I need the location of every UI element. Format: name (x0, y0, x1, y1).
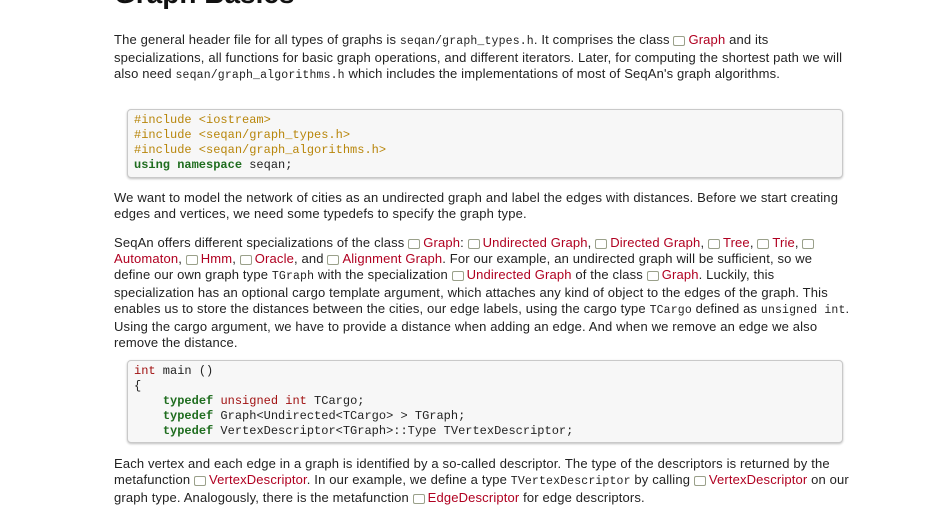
code-text: Graph<Undirected<TCargo> > TGraph; (213, 409, 466, 423)
link-automaton[interactable]: Automaton (114, 251, 178, 266)
link-alignment-graph[interactable]: Alignment Graph (342, 251, 442, 266)
book-icon (595, 239, 608, 249)
book-icon (802, 239, 815, 249)
text: , (587, 235, 596, 250)
book-icon (412, 494, 426, 504)
text: with the specialization (314, 267, 452, 282)
text: which includes the implementations of mo… (344, 66, 781, 81)
descriptor-paragraph: Each vertex and each edge in a graph is … (114, 456, 852, 506)
book-icon (707, 239, 721, 249)
link-hmm[interactable]: Hmm (201, 251, 233, 266)
text: , and (294, 251, 328, 266)
text: , (232, 251, 240, 266)
book-icon (408, 239, 421, 249)
type-keyword: int (134, 364, 156, 378)
book-icon (757, 239, 770, 249)
code-block-typedefs: int main () { typedef unsigned int TCarg… (127, 360, 843, 443)
book-icon (693, 476, 707, 486)
specializations-paragraph: SeqAn offers different specializations o… (114, 235, 852, 351)
link-vertex-descriptor[interactable]: VertexDescriptor (709, 472, 808, 487)
text: SeqAn offers different specializations o… (114, 235, 409, 250)
code-line: #include <seqan/graph_types.h> (134, 128, 351, 142)
code-text: TCargo; (306, 394, 365, 408)
text: , (700, 235, 708, 250)
code-line: using namespace seqan; (134, 158, 842, 173)
code-line: int main () (134, 364, 842, 379)
inline-code: seqan/graph_types.h (399, 35, 534, 48)
link-oracle[interactable]: Oracle (255, 251, 294, 266)
code-line: { (134, 379, 142, 393)
text: , (749, 235, 758, 250)
text: The general header file for all types of… (114, 32, 400, 47)
link-directed-graph[interactable]: Directed Graph (610, 235, 700, 250)
text: , (794, 235, 803, 250)
code-text: seqan; (242, 158, 293, 172)
text: . It comprises the class (533, 32, 674, 47)
code-line: typedef VertexDescriptor<TGraph>::Type T… (134, 424, 842, 439)
book-icon (185, 255, 199, 265)
keyword: typedef (162, 409, 214, 423)
text: . In our example, we define a type (306, 472, 511, 487)
inline-code: seqan/graph_algorithms.h (175, 69, 345, 82)
page-title: Graph Basics (114, 0, 295, 10)
text: by calling (630, 472, 694, 487)
text: , (178, 251, 186, 266)
text: : (460, 235, 468, 250)
code-block-includes: #include <iostream> #include <seqan/grap… (127, 109, 843, 178)
book-icon (239, 255, 253, 265)
intro-paragraph: The general header file for all types of… (114, 32, 852, 84)
inline-code: TVertexDescriptor (510, 475, 631, 488)
keyword: using namespace (134, 158, 243, 172)
book-icon (327, 255, 340, 265)
text: defined as (691, 301, 761, 316)
book-icon (451, 271, 465, 281)
book-icon (673, 36, 686, 46)
keyword: typedef (162, 394, 214, 408)
code-text: VertexDescriptor<TGraph>::Type TVertexDe… (213, 424, 574, 438)
book-icon (194, 476, 207, 486)
code-line: typedef Graph<Undirected<TCargo> > TGrap… (134, 409, 842, 424)
link-vertex-descriptor[interactable]: VertexDescriptor (209, 472, 307, 487)
link-graph[interactable]: Graph (688, 32, 725, 47)
keyword: typedef (162, 424, 214, 438)
link-edge-descriptor[interactable]: EdgeDescriptor (428, 490, 520, 505)
code-line: #include <iostream> (134, 113, 271, 127)
book-icon (646, 271, 660, 281)
typedef-intro-paragraph: We want to model the network of cities a… (114, 190, 839, 221)
type-keyword: unsigned int (220, 394, 307, 408)
book-icon (467, 239, 481, 249)
link-undirected-graph[interactable]: Undirected Graph (483, 235, 588, 250)
text: of the class (571, 267, 647, 282)
inline-code: TCargo (649, 304, 692, 317)
code-line: typedef unsigned int TCargo; (134, 394, 842, 409)
inline-code: unsigned int (760, 304, 846, 317)
code-line: #include <seqan/graph_algorithms.h> (134, 143, 387, 157)
link-graph[interactable]: Graph (662, 267, 699, 282)
text: for edge descriptors. (519, 490, 645, 505)
link-tree[interactable]: Tree (723, 235, 750, 250)
link-undirected-graph[interactable]: Undirected Graph (467, 267, 572, 282)
code-text: main () (155, 364, 214, 378)
inline-code: TGraph (271, 270, 315, 283)
link-graph[interactable]: Graph (423, 235, 460, 250)
link-trie[interactable]: Trie (772, 235, 795, 250)
